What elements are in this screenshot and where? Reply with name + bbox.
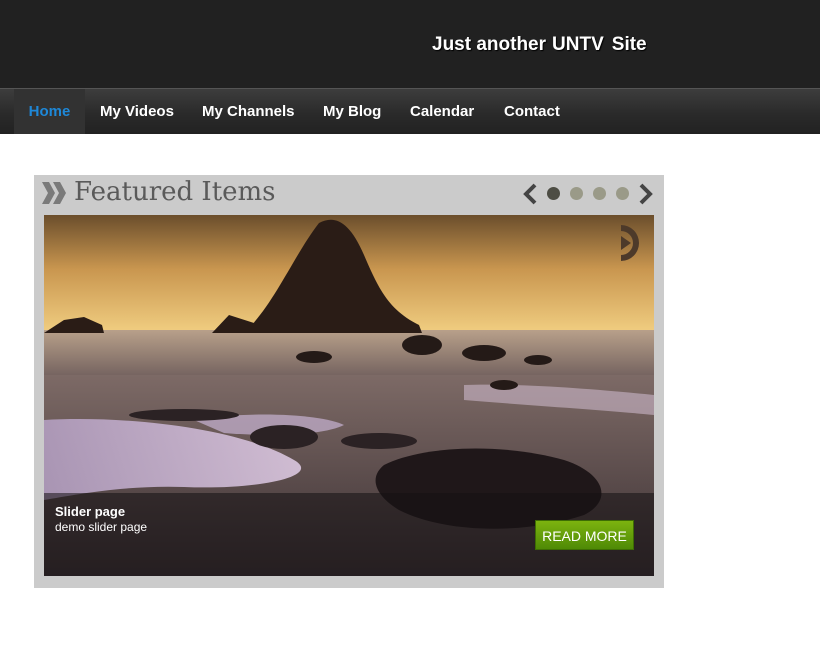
featured-items-title: Featured Items <box>74 177 276 207</box>
nav-item-my-channels[interactable]: My Channels <box>202 89 295 134</box>
slide-dot-3[interactable] <box>593 187 606 200</box>
nav-item-home[interactable]: Home <box>14 89 85 134</box>
slide-subtitle: demo slider page <box>55 520 148 534</box>
slide-dot-1[interactable] <box>547 187 560 200</box>
slide-dot-2[interactable] <box>570 187 583 200</box>
nav-item-my-blog[interactable]: My Blog <box>323 89 381 134</box>
site-header: Just another UNTV Site <box>0 0 820 88</box>
site-tagline: Just another UNTV Site <box>432 34 647 56</box>
nav-item-my-videos[interactable]: My Videos <box>100 89 174 134</box>
double-chevron-icon <box>42 182 66 204</box>
chevron-left-icon[interactable] <box>522 183 538 205</box>
site-name-untv: UNTV <box>552 34 604 55</box>
slide-image[interactable]: Slider page demo slider page READ MORE <box>44 215 654 576</box>
site-name-site: Site <box>611 34 647 55</box>
tagline-text: Just another <box>432 34 547 55</box>
nav-item-contact[interactable]: Contact <box>504 89 560 134</box>
slide-caption: Slider page demo slider page READ MORE <box>44 493 654 576</box>
read-more-button[interactable]: READ MORE <box>535 520 634 550</box>
nav-item-calendar[interactable]: Calendar <box>410 89 474 134</box>
slide-dot-4[interactable] <box>616 187 629 200</box>
main-nav: Home My Videos My Channels My Blog Calen… <box>0 88 820 134</box>
chevron-right-icon[interactable] <box>638 183 654 205</box>
play-icon[interactable] <box>617 223 645 263</box>
featured-items-panel: Featured Items Slider page demo slider p… <box>34 175 664 588</box>
slide-title[interactable]: Slider page <box>55 504 125 519</box>
